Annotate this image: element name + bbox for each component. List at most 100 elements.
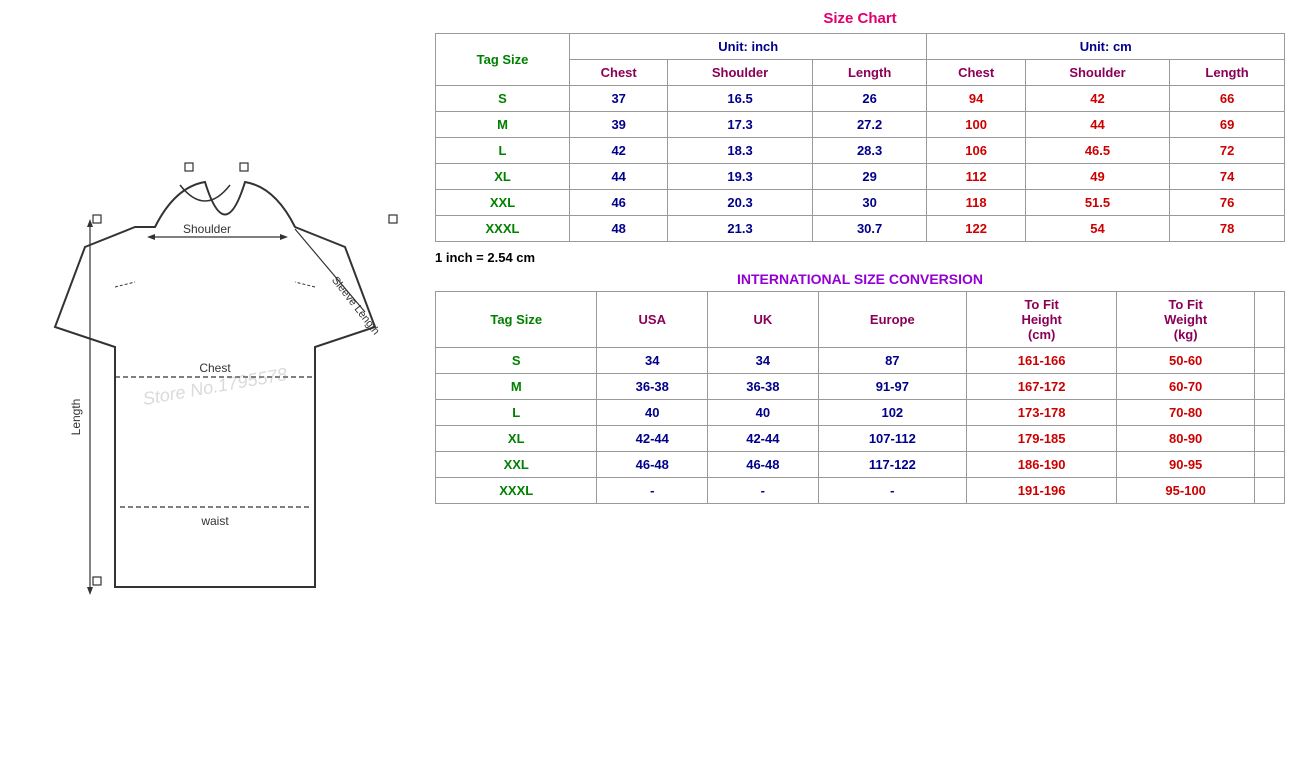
table-row: XXL 46 20.3 30 118 51.5 76	[436, 190, 1285, 216]
europe-cell: 107-112	[818, 426, 966, 452]
length-cm-cell: 76	[1170, 190, 1285, 216]
table-row: XL 44 19.3 29 112 49 74	[436, 164, 1285, 190]
chest-inch-cell: 46	[570, 190, 668, 216]
intl-conversion-title: INTERNATIONAL SIZE CONVERSION	[435, 271, 1285, 287]
tag-size-cell: M	[436, 112, 570, 138]
table-row: L 40 40 102 173-178 70-80	[436, 400, 1285, 426]
europe-cell: 91-97	[818, 374, 966, 400]
length-inch-cell: 27.2	[812, 112, 927, 138]
chest-inch-cell: 42	[570, 138, 668, 164]
length-cm-col: Length	[1170, 60, 1285, 86]
height-cell: 191-196	[967, 478, 1117, 504]
chest-inch-cell: 37	[570, 86, 668, 112]
length-cm-cell: 66	[1170, 86, 1285, 112]
shoulder-inch-cell: 18.3	[668, 138, 812, 164]
table-row: XXXL 48 21.3 30.7 122 54 78	[436, 216, 1285, 242]
europe-cell: 102	[818, 400, 966, 426]
length-cm-cell: 72	[1170, 138, 1285, 164]
chest-cm-cell: 106	[927, 138, 1025, 164]
usa-cell: 36-38	[597, 374, 708, 400]
weight-cell: 70-80	[1117, 400, 1255, 426]
uk-cell: 46-48	[708, 452, 819, 478]
chest-cm-cell: 118	[927, 190, 1025, 216]
chest-inch-cell: 39	[570, 112, 668, 138]
tag-size-cell: XXXL	[436, 216, 570, 242]
height-cell: 161-166	[967, 348, 1117, 374]
height-cell: 186-190	[967, 452, 1117, 478]
empty-cell	[1255, 348, 1285, 374]
shoulder-inch-cell: 19.3	[668, 164, 812, 190]
shoulder-cm-cell: 49	[1025, 164, 1169, 190]
chest-cm-cell: 94	[927, 86, 1025, 112]
table-row: M 39 17.3 27.2 100 44 69	[436, 112, 1285, 138]
svg-text:Shoulder: Shoulder	[183, 222, 231, 236]
empty-cell	[1255, 426, 1285, 452]
uk-cell: -	[708, 478, 819, 504]
usa-cell: 40	[597, 400, 708, 426]
tshirt-container: Shoulder Sleeve Length Chest Length wais…	[25, 107, 405, 667]
intl-tag-cell: M	[436, 374, 597, 400]
svg-text:waist: waist	[200, 514, 229, 528]
length-inch-cell: 28.3	[812, 138, 927, 164]
right-panel: Size Chart Tag Size Unit: inch Unit: cm …	[430, 0, 1295, 773]
height-cell: 173-178	[967, 400, 1117, 426]
table-row: S 37 16.5 26 94 42 66	[436, 86, 1285, 112]
uk-cell: 40	[708, 400, 819, 426]
length-inch-cell: 29	[812, 164, 927, 190]
height-cell: 179-185	[967, 426, 1117, 452]
svg-text:Sleeve Length: Sleeve Length	[329, 274, 382, 337]
tag-size-cell: XXL	[436, 190, 570, 216]
europe-cell: 87	[818, 348, 966, 374]
tag-size-cell: L	[436, 138, 570, 164]
size-chart-table: Tag Size Unit: inch Unit: cm Chest Shoul…	[435, 33, 1285, 242]
intl-tag-cell: S	[436, 348, 597, 374]
unit-inch-header: Unit: inch	[570, 34, 927, 60]
chest-cm-cell: 100	[927, 112, 1025, 138]
usa-cell: 34	[597, 348, 708, 374]
europe-cell: 117-122	[818, 452, 966, 478]
shoulder-cm-cell: 44	[1025, 112, 1169, 138]
empty-cell	[1255, 400, 1285, 426]
intl-tag-cell: XXXL	[436, 478, 597, 504]
weight-cell: 95-100	[1117, 478, 1255, 504]
usa-col: USA	[597, 292, 708, 348]
shoulder-inch-cell: 20.3	[668, 190, 812, 216]
tshirt-diagram-panel: Shoulder Sleeve Length Chest Length wais…	[0, 0, 430, 773]
usa-cell: -	[597, 478, 708, 504]
europe-col: Europe	[818, 292, 966, 348]
size-chart-title: Size Chart	[435, 10, 1285, 27]
conversion-note: 1 inch = 2.54 cm	[435, 250, 1285, 265]
length-inch-col: Length	[812, 60, 927, 86]
weight-cell: 80-90	[1117, 426, 1255, 452]
height-cell: 167-172	[967, 374, 1117, 400]
table-row: XXL 46-48 46-48 117-122 186-190 90-95	[436, 452, 1285, 478]
chest-cm-col: Chest	[927, 60, 1025, 86]
intl-tag-size-header: Tag Size	[436, 292, 597, 348]
uk-col: UK	[708, 292, 819, 348]
length-cm-cell: 69	[1170, 112, 1285, 138]
shoulder-cm-col: Shoulder	[1025, 60, 1169, 86]
weight-col: To FitWeight(kg)	[1117, 292, 1255, 348]
length-inch-cell: 26	[812, 86, 927, 112]
shoulder-inch-cell: 17.3	[668, 112, 812, 138]
uk-cell: 34	[708, 348, 819, 374]
tag-size-cell: S	[436, 86, 570, 112]
shoulder-inch-cell: 21.3	[668, 216, 812, 242]
tag-size-cell: XL	[436, 164, 570, 190]
length-cm-cell: 74	[1170, 164, 1285, 190]
empty-cell	[1255, 452, 1285, 478]
table-row: S 34 34 87 161-166 50-60	[436, 348, 1285, 374]
length-inch-cell: 30	[812, 190, 927, 216]
chest-cm-cell: 112	[927, 164, 1025, 190]
shoulder-inch-cell: 16.5	[668, 86, 812, 112]
length-cm-cell: 78	[1170, 216, 1285, 242]
table-row: M 36-38 36-38 91-97 167-172 60-70	[436, 374, 1285, 400]
chest-cm-cell: 122	[927, 216, 1025, 242]
chest-inch-cell: 48	[570, 216, 668, 242]
usa-cell: 42-44	[597, 426, 708, 452]
weight-cell: 90-95	[1117, 452, 1255, 478]
uk-cell: 42-44	[708, 426, 819, 452]
weight-cell: 50-60	[1117, 348, 1255, 374]
shoulder-cm-cell: 46.5	[1025, 138, 1169, 164]
length-inch-cell: 30.7	[812, 216, 927, 242]
